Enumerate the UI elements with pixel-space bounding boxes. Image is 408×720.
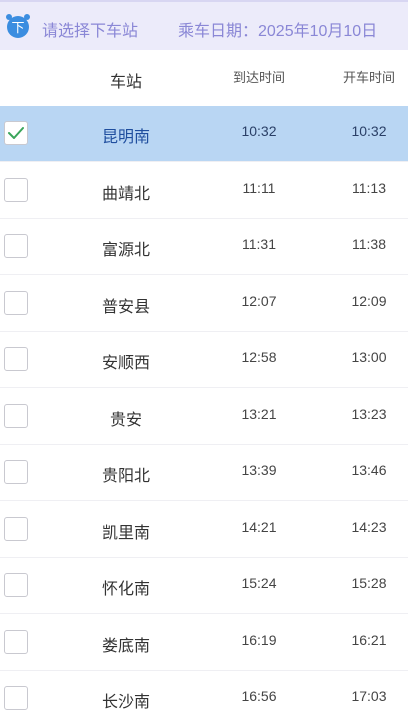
station-name: 贵阳北 xyxy=(101,468,150,485)
station-row[interactable]: 曲靖北 11:11 11:13 xyxy=(0,163,408,219)
download-circle-icon: 下 xyxy=(4,12,32,40)
arrive-time: 11:11 xyxy=(242,180,276,196)
depart-time: 13:23 xyxy=(351,406,387,422)
station-name: 怀化南 xyxy=(101,581,150,598)
station-row[interactable]: 昆明南 10:32 10:32 xyxy=(0,106,408,162)
station-name: 贵安 xyxy=(109,412,142,429)
depart-time: 10:32 xyxy=(351,123,387,139)
station-name: 普安县 xyxy=(101,299,150,316)
column-header: 车站 到达时间 开车时间 xyxy=(0,50,408,106)
arrive-time: 16:56 xyxy=(241,688,277,704)
station-checkbox[interactable] xyxy=(4,460,28,484)
column-depart-time: 开车时间 xyxy=(342,70,395,85)
station-name: 安顺西 xyxy=(101,355,150,372)
header-bar: 下 请选择下车站 乘车日期：2025年10月10日 xyxy=(0,0,408,50)
depart-time: 13:46 xyxy=(351,462,387,478)
depart-time: 17:03 xyxy=(351,688,387,704)
arrive-time: 16:19 xyxy=(241,632,277,648)
station-row[interactable]: 娄底南 16:19 16:21 xyxy=(0,615,408,671)
station-checkbox[interactable] xyxy=(4,404,28,428)
page-title: 请选择下车站 xyxy=(42,23,139,40)
station-checkbox[interactable] xyxy=(4,121,28,145)
arrive-time: 11:31 xyxy=(242,236,276,252)
travel-date: 乘车日期：2025年10月10日 xyxy=(178,23,378,40)
station-row[interactable]: 富源北 11:31 11:38 xyxy=(0,219,408,275)
station-checkbox[interactable] xyxy=(4,347,28,371)
depart-time: 11:38 xyxy=(352,236,386,252)
depart-time: 11:13 xyxy=(352,180,386,196)
arrive-time: 15:24 xyxy=(241,575,277,591)
station-row[interactable]: 怀化南 15:24 15:28 xyxy=(0,558,408,614)
station-row[interactable]: 安顺西 12:58 13:00 xyxy=(0,332,408,388)
station-name: 凯里南 xyxy=(101,525,150,542)
arrive-time: 12:07 xyxy=(241,293,277,309)
station-checkbox[interactable] xyxy=(4,630,28,654)
station-row[interactable]: 长沙南 16:56 17:03 xyxy=(0,671,408,720)
station-name: 长沙南 xyxy=(101,694,150,711)
station-checkbox[interactable] xyxy=(4,686,28,710)
checkmark-icon xyxy=(8,127,24,139)
arrive-time: 14:21 xyxy=(241,519,277,535)
depart-time: 13:00 xyxy=(351,349,387,365)
depart-time: 16:21 xyxy=(351,632,387,648)
arrive-time: 13:39 xyxy=(241,462,277,478)
station-checkbox[interactable] xyxy=(4,573,28,597)
station-checkbox[interactable] xyxy=(4,234,28,258)
station-checkbox[interactable] xyxy=(4,178,28,202)
arrive-time: 12:58 xyxy=(241,349,277,365)
station-name: 昆明南 xyxy=(101,129,150,146)
station-name: 娄底南 xyxy=(101,638,150,655)
arrive-time: 13:21 xyxy=(241,406,277,422)
column-arrive-time: 到达时间 xyxy=(232,70,285,85)
station-row[interactable]: 贵阳北 13:39 13:46 xyxy=(0,445,408,501)
header-icon-glyph: 下 xyxy=(11,21,24,36)
station-checkbox[interactable] xyxy=(4,291,28,315)
arrive-time: 10:32 xyxy=(241,123,277,139)
station-row[interactable]: 凯里南 14:21 14:23 xyxy=(0,502,408,558)
station-row[interactable]: 普安县 12:07 12:09 xyxy=(0,276,408,332)
station-row[interactable]: 贵安 13:21 13:23 xyxy=(0,389,408,445)
depart-time: 15:28 xyxy=(351,575,387,591)
station-checkbox[interactable] xyxy=(4,517,28,541)
column-station: 车站 xyxy=(109,74,142,91)
station-name: 富源北 xyxy=(101,242,150,259)
station-name: 曲靖北 xyxy=(101,186,150,203)
depart-time: 14:23 xyxy=(351,519,387,535)
depart-time: 12:09 xyxy=(351,293,387,309)
